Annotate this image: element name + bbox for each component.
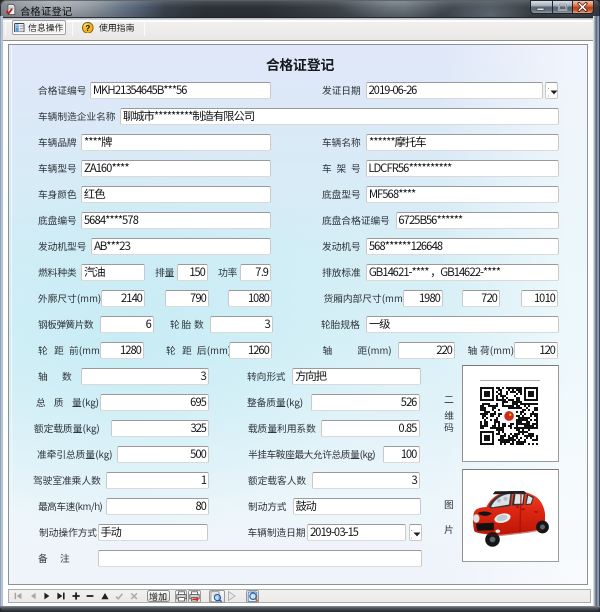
svg-text:?: ? bbox=[85, 23, 90, 32]
